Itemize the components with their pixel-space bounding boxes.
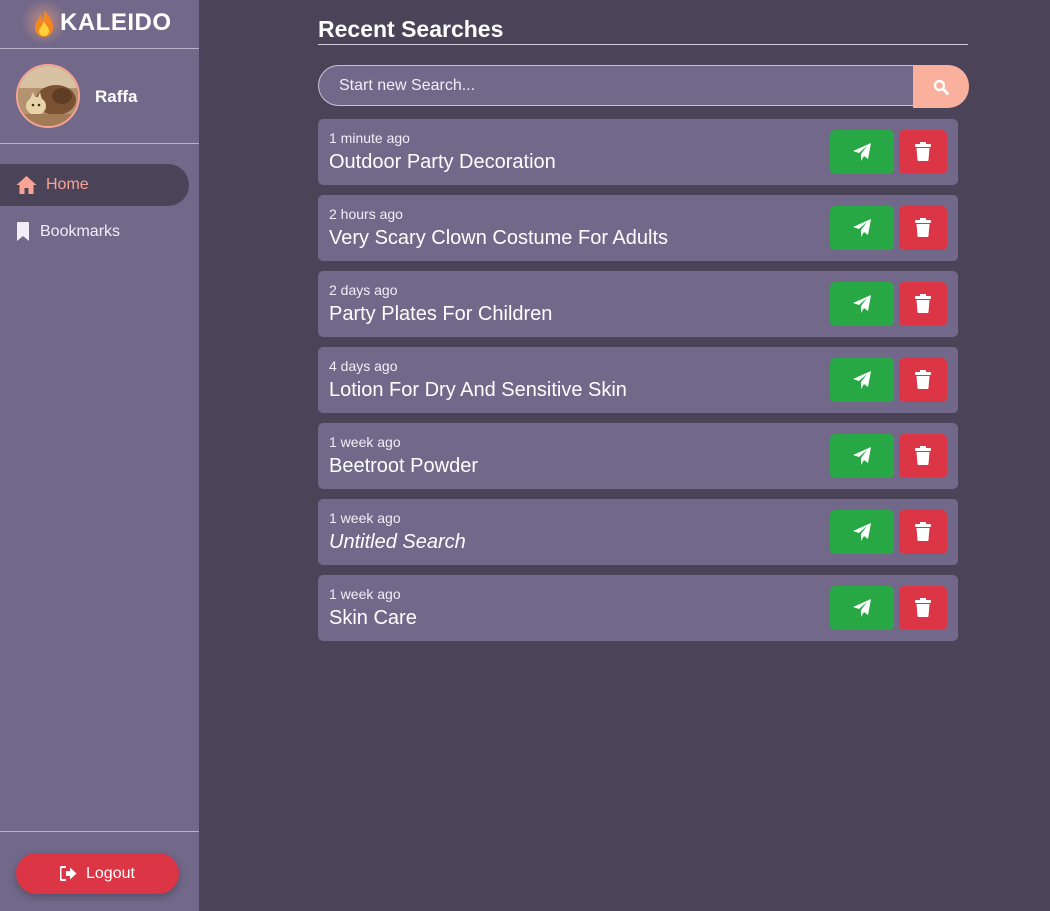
run-search-button[interactable] — [830, 434, 894, 478]
search-query: Very Scary Clown Costume For Adults — [329, 227, 669, 249]
trash-icon — [915, 294, 931, 313]
run-search-button[interactable] — [830, 206, 894, 250]
paper-plane-icon — [853, 523, 871, 541]
run-search-button[interactable] — [830, 282, 894, 326]
search-button[interactable] — [913, 65, 969, 108]
brand[interactable]: KALEIDO — [0, 0, 199, 49]
title-divider — [318, 44, 968, 45]
bookmark-icon — [17, 222, 29, 241]
delete-search-button[interactable] — [899, 586, 947, 630]
search-time: 1 week ago — [329, 434, 401, 450]
paper-plane-icon — [853, 143, 871, 161]
search-time: 2 days ago — [329, 282, 398, 298]
delete-search-button[interactable] — [899, 434, 947, 478]
paper-plane-icon — [853, 295, 871, 313]
search-time: 1 minute ago — [329, 130, 410, 146]
delete-search-button[interactable] — [899, 206, 947, 250]
sidebar-item-bookmarks[interactable]: Bookmarks — [0, 212, 189, 252]
page-title: Recent Searches — [318, 16, 504, 42]
user-name: Raffa — [95, 87, 138, 106]
run-search-button[interactable] — [830, 358, 894, 402]
search-bar — [318, 65, 969, 108]
avatar-photo — [18, 66, 78, 126]
trash-icon — [915, 142, 931, 161]
list-item[interactable]: 2 days ago Party Plates For Children — [318, 271, 958, 337]
list-item[interactable]: 1 week ago Beetroot Powder — [318, 423, 958, 489]
paper-plane-icon — [853, 219, 871, 237]
list-item[interactable]: 2 hours ago Very Scary Clown Costume For… — [318, 195, 958, 261]
delete-search-button[interactable] — [899, 358, 947, 402]
list-item[interactable]: 1 minute ago Outdoor Party Decoration — [318, 119, 958, 185]
avatar[interactable] — [16, 64, 80, 128]
brand-name: KALEIDO — [60, 9, 172, 36]
run-search-button[interactable] — [830, 586, 894, 630]
user-profile: Raffa — [0, 49, 199, 144]
paper-plane-icon — [853, 447, 871, 465]
search-time: 1 week ago — [329, 510, 401, 526]
search-time: 2 hours ago — [329, 206, 403, 222]
sidebar-item-label: Bookmarks — [40, 223, 121, 240]
list-item[interactable]: 1 week ago Skin Care — [318, 575, 958, 641]
search-time: 4 days ago — [329, 358, 398, 374]
run-search-button[interactable] — [830, 510, 894, 554]
search-query: Beetroot Powder — [329, 455, 478, 477]
logout-button[interactable]: Logout — [16, 853, 179, 894]
home-icon — [16, 176, 37, 194]
flame-icon — [35, 9, 53, 37]
logout-label: Logout — [86, 865, 135, 882]
delete-search-button[interactable] — [899, 282, 947, 326]
trash-icon — [915, 598, 931, 617]
search-query: Lotion For Dry And Sensitive Skin — [329, 379, 627, 401]
sign-out-icon — [60, 866, 77, 881]
search-input[interactable] — [318, 65, 913, 106]
paper-plane-icon — [853, 371, 871, 389]
sidebar-item-home[interactable]: Home — [0, 164, 189, 206]
recent-searches-list: 1 minute ago Outdoor Party Decoration 2 … — [318, 119, 958, 651]
search-query: Untitled Search — [329, 531, 466, 553]
trash-icon — [915, 218, 931, 237]
sidebar-item-label: Home — [46, 176, 89, 193]
app-root: KALEIDO Raffa Home Bookmarks Logout Rece… — [0, 0, 1050, 911]
search-query: Skin Care — [329, 607, 417, 629]
paper-plane-icon — [853, 599, 871, 617]
run-search-button[interactable] — [830, 130, 894, 174]
trash-icon — [915, 446, 931, 465]
search-icon — [933, 79, 949, 95]
sidebar-divider — [0, 831, 199, 832]
search-time: 1 week ago — [329, 586, 401, 602]
delete-search-button[interactable] — [899, 510, 947, 554]
search-query: Outdoor Party Decoration — [329, 151, 556, 173]
delete-search-button[interactable] — [899, 130, 947, 174]
list-item[interactable]: 1 week ago Untitled Search — [318, 499, 958, 565]
list-item[interactable]: 4 days ago Lotion For Dry And Sensitive … — [318, 347, 958, 413]
search-query: Party Plates For Children — [329, 303, 553, 325]
trash-icon — [915, 370, 931, 389]
sidebar: KALEIDO Raffa Home Bookmarks Logout — [0, 0, 199, 911]
trash-icon — [915, 522, 931, 541]
